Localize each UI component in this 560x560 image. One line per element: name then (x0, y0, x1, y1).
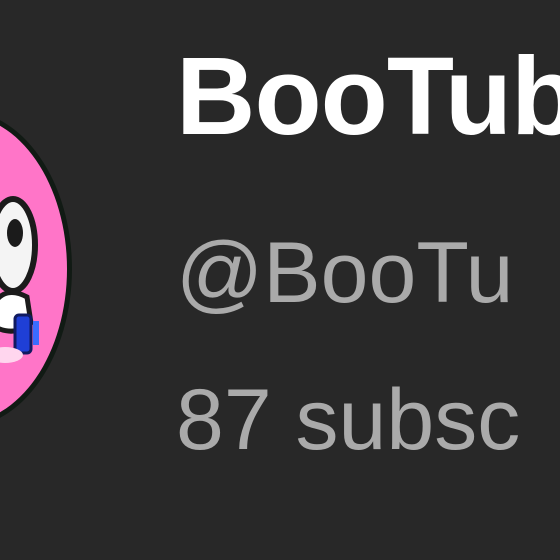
channel-handle: @BooTu (176, 225, 514, 321)
channel-name[interactable]: BooTub (176, 42, 560, 152)
channel-avatar[interactable] (0, 110, 72, 428)
channel-header: BooTub @BooTu 87 subsc (0, 0, 560, 560)
boo-ghost-avatar-icon (0, 196, 39, 363)
subscriber-count: 87 subsc (176, 372, 521, 468)
